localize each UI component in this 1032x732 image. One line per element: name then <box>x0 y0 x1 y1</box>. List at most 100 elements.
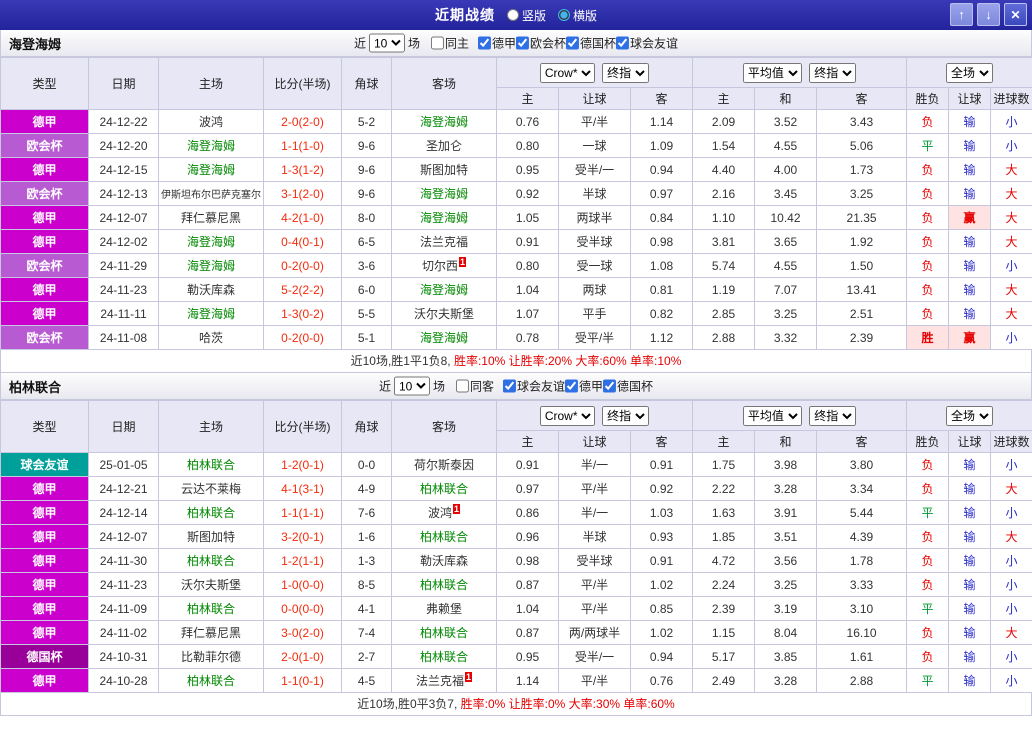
league-filter-checkbox[interactable] <box>565 379 579 393</box>
odds-away-cell: 0.84 <box>629 205 694 230</box>
corner-cell: 4-9 <box>341 476 392 501</box>
scope-select[interactable]: 全场 <box>946 405 994 426</box>
away-team-cell: 柏林联合 <box>391 572 497 597</box>
league-filter-label: 德甲 <box>579 379 604 394</box>
result-handicap-cell: 输 <box>948 596 992 621</box>
avg-home-cell: 2.88 <box>692 325 756 350</box>
result-wdl-cell: 胜 <box>906 325 950 350</box>
move-up-button[interactable]: ↑ <box>950 3 973 26</box>
odds-company-select[interactable]: Crow* <box>539 62 595 83</box>
recent-count-select[interactable]: 10 <box>368 33 405 53</box>
close-button[interactable]: ✕ <box>1004 3 1027 26</box>
move-down-button[interactable]: ↓ <box>977 3 1000 26</box>
league-filter[interactable]: 球会友谊 <box>503 378 565 395</box>
league-filter-label: 德甲 <box>491 36 517 51</box>
result-handicap-cell: 输 <box>948 229 992 254</box>
odds-handicap-cell: 受半/一 <box>558 644 631 669</box>
odds-away-cell: 0.76 <box>629 668 694 693</box>
result-wdl-cell: 负 <box>906 572 950 597</box>
avg-away-cell: 3.43 <box>816 109 908 134</box>
sub-avg-home: 主 <box>692 430 756 453</box>
away-team-cell: 荷尔斯泰因 <box>391 452 497 477</box>
sub-odds-away: 客 <box>629 430 694 453</box>
league-filter-checkbox[interactable] <box>566 36 580 50</box>
home-team-cell: 哈茨 <box>158 325 264 350</box>
avg-company-select[interactable]: 平均值 <box>742 405 802 426</box>
avg-home-cell: 1.19 <box>692 277 756 302</box>
avg-final-select[interactable]: 终指 <box>809 62 857 83</box>
col-away: 客场 <box>391 400 497 453</box>
recent-label: 近 <box>353 36 366 51</box>
league-filter[interactable]: 欧会杯 <box>516 35 566 52</box>
odds-home-cell: 0.87 <box>496 620 559 645</box>
odds-final-select[interactable]: 终指 <box>602 62 650 83</box>
league-filter[interactable]: 德国杯 <box>603 378 653 395</box>
corner-cell: 5-2 <box>341 109 392 134</box>
team-name: 勒沃库森 <box>186 283 235 297</box>
league-filter[interactable]: 德甲 <box>477 35 517 52</box>
league-filter-checkbox[interactable] <box>477 36 491 50</box>
league-type-cell: 德甲 <box>0 476 89 501</box>
avg-home-cell: 1.54 <box>692 133 756 158</box>
avg-final-select[interactable]: 终指 <box>809 405 857 426</box>
avg-home-cell: 2.49 <box>692 668 756 693</box>
result-goals-cell: 小 <box>990 668 1032 693</box>
scope-select[interactable]: 全场 <box>946 62 994 83</box>
league-filter-list: 球会友谊 德甲 德国杯 <box>503 378 653 395</box>
league-filter-checkbox[interactable] <box>503 379 516 393</box>
avg-draw-cell: 7.07 <box>754 277 818 302</box>
window-title: 近期战绩 <box>434 7 495 23</box>
matches-table: 类型 日期 主场 比分(半场) 角球 客场 Crow* 终指 平均值 终指 全场… <box>0 400 1032 693</box>
league-filter[interactable]: 德甲 <box>565 378 603 395</box>
layout-radio-vertical[interactable] <box>506 9 519 21</box>
avg-home-cell: 1.15 <box>692 620 756 645</box>
date-cell: 24-10-31 <box>88 644 159 669</box>
avg-company-select[interactable]: 平均值 <box>742 62 802 83</box>
odds-handicap-cell: 受平/半 <box>558 325 631 350</box>
result-goals-cell: 大 <box>990 229 1032 254</box>
league-filter[interactable]: 德国杯 <box>566 35 616 52</box>
same-venue-checkbox[interactable] <box>455 379 469 393</box>
team-name: 柏林联合 <box>186 554 235 568</box>
layout-option-vertical[interactable]: 竖版 <box>506 7 546 24</box>
score-cell: 3-2(0-1) <box>263 524 342 549</box>
home-team-cell: 海登海姆 <box>158 157 264 182</box>
odds-home-cell: 0.95 <box>496 157 559 182</box>
avg-draw-cell: 3.25 <box>754 572 818 597</box>
odds-away-cell: 0.82 <box>629 301 694 326</box>
odds-home-cell: 0.95 <box>496 644 559 669</box>
odds-company-select[interactable]: Crow* <box>539 405 595 426</box>
avg-draw-cell: 3.45 <box>754 181 818 206</box>
odds-away-cell: 0.97 <box>629 181 694 206</box>
result-wdl-cell: 负 <box>906 301 950 326</box>
away-team-cell: 勒沃库森 <box>391 548 497 573</box>
result-handicap-cell: 输 <box>948 157 992 182</box>
corner-cell: 5-1 <box>341 325 392 350</box>
league-filter[interactable]: 球会友谊 <box>616 35 678 52</box>
same-venue-checkbox[interactable] <box>430 36 444 50</box>
away-team-cell: 圣加仑 <box>391 133 497 158</box>
team-name: 哈茨 <box>198 331 223 345</box>
league-filter-checkbox[interactable] <box>616 36 630 50</box>
same-venue-filter[interactable]: 同客 <box>455 378 494 395</box>
odds-handicap-cell: 平/半 <box>558 596 631 621</box>
league-filter-checkbox[interactable] <box>516 36 530 50</box>
layout-option-horizontal[interactable]: 横版 <box>558 7 597 24</box>
odds-handicap-cell: 平/半 <box>558 476 631 501</box>
layout-radio-horizontal[interactable] <box>558 9 570 21</box>
same-venue-filter[interactable]: 同主 <box>430 35 469 52</box>
team-name: 拜仁慕尼黑 <box>180 626 241 640</box>
odds-handicap-cell: 平/半 <box>558 668 631 693</box>
result-handicap-cell: 输 <box>948 133 992 158</box>
odds-final-select[interactable]: 终指 <box>602 405 650 426</box>
team-name: 圣加仑 <box>425 139 462 153</box>
recent-count-select[interactable]: 10 <box>393 376 430 396</box>
score-cell: 0-2(0-0) <box>263 325 342 350</box>
league-type-cell: 德甲 <box>0 524 89 549</box>
score-cell: 1-1(0-1) <box>263 668 342 693</box>
league-filter-checkbox[interactable] <box>603 379 617 393</box>
odds-handicap-cell: 一球 <box>558 133 631 158</box>
odds-handicap-cell: 半球 <box>558 524 631 549</box>
avg-draw-cell: 3.56 <box>754 548 818 573</box>
team-name: 柏林联合 <box>419 626 468 640</box>
